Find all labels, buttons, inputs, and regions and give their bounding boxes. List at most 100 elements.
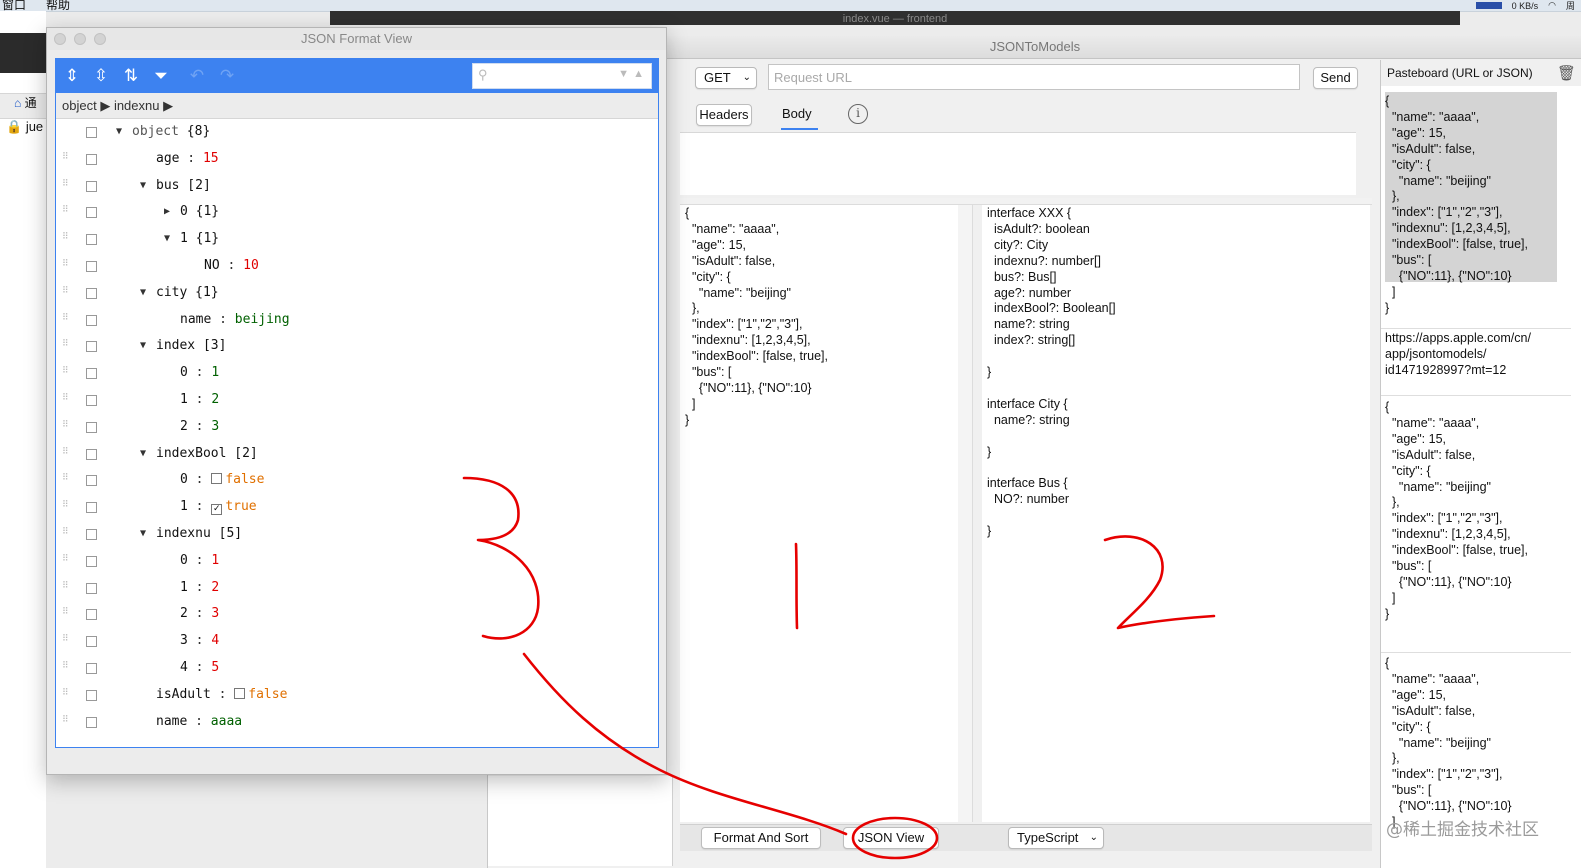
browser-bookmark[interactable]: ⌂ 通 — [0, 93, 46, 119]
drag-handle-icon[interactable]: ⠿ — [62, 635, 70, 648]
expanded-arrow-icon[interactable]: ▼ — [140, 280, 146, 307]
drag-handle-icon[interactable]: ⠿ — [62, 340, 70, 353]
row-menu-icon[interactable] — [86, 127, 97, 138]
tree-value[interactable]: 10 — [243, 258, 259, 273]
drag-handle-icon[interactable]: ⠿ — [62, 554, 70, 568]
tree-key[interactable]: 2 : 3 — [180, 414, 219, 441]
drag-handle-icon[interactable]: ⠿ — [62, 152, 70, 166]
tree-key[interactable]: 1 : ✓ true — [180, 494, 257, 521]
tree-key[interactable]: object {8} — [132, 119, 210, 146]
drag-handle-icon[interactable]: ⠿ — [62, 447, 70, 461]
tree-key[interactable]: 0 : false — [180, 467, 264, 494]
row-menu-icon[interactable] — [86, 207, 97, 219]
expanded-arrow-icon[interactable]: ▼ — [140, 333, 146, 360]
tree-value[interactable]: 2 — [211, 392, 219, 407]
bool-checkbox[interactable] — [234, 687, 246, 699]
row-menu-icon[interactable] — [86, 180, 97, 192]
tree-row[interactable]: ⠿ 3 : 4 — [56, 628, 658, 655]
row-menu-icon[interactable] — [86, 716, 97, 728]
expanded-arrow-icon[interactable]: ▼ — [140, 173, 146, 200]
pasteboard-item[interactable]: https://apps.apple.com/cn/ app/jsontomod… — [1385, 331, 1557, 379]
json-input-text[interactable]: { "name": "aaaa", "age": 15, "isAdult": … — [685, 206, 828, 429]
tree-key[interactable]: 2 : 3 — [180, 601, 219, 628]
tree-row[interactable]: ⠿ 2 : 3 — [56, 601, 658, 628]
tree-row[interactable]: ⠿ age : 15 — [56, 146, 658, 173]
browser-address[interactable]: 🔒 jue — [0, 119, 46, 143]
row-menu-icon[interactable] — [86, 395, 97, 406]
tree-key[interactable]: city {1} — [156, 280, 219, 307]
tree-row[interactable]: ⠿ ▼ index [3] — [56, 333, 658, 360]
tree-row[interactable]: ⠿ 1 : 2 — [56, 387, 658, 414]
row-menu-icon[interactable] — [86, 689, 97, 701]
drag-handle-icon[interactable]: ⠿ — [62, 501, 70, 514]
expand-all-icon[interactable]: ⇳ — [90, 65, 112, 87]
sort-icon[interactable]: ⇅ — [120, 65, 142, 87]
tree-row[interactable]: ▼ object {8} — [56, 119, 658, 146]
tree-key[interactable]: bus [2] — [156, 173, 211, 200]
tree-row[interactable]: ⠿ 1 : ✓ true — [56, 494, 658, 521]
row-menu-icon[interactable] — [86, 609, 97, 621]
undo-icon[interactable]: ↶ — [186, 65, 208, 87]
row-menu-icon[interactable] — [86, 502, 97, 514]
minimize-button[interactable] — [74, 33, 86, 45]
tree-row[interactable]: ⠿ ▼ indexBool [2] — [56, 441, 658, 468]
tree-key[interactable]: 1 {1} — [180, 226, 219, 253]
split-divider[interactable] — [680, 198, 1372, 205]
json-input-pane[interactable]: { "name": "aaaa", "age": 15, "isAdult": … — [680, 204, 959, 822]
tree-row[interactable]: ⠿ ▼ city {1} — [56, 280, 658, 307]
drag-handle-icon[interactable]: ⠿ — [62, 206, 70, 219]
search-input[interactable]: ⚲ ▼ ▲ — [472, 63, 652, 89]
drag-handle-icon[interactable]: ⠿ — [62, 179, 70, 193]
breadcrumb-item[interactable]: object — [62, 98, 97, 113]
expanded-arrow-icon[interactable]: ▼ — [140, 521, 146, 548]
drag-handle-icon[interactable]: ⠿ — [62, 233, 70, 246]
tree-value[interactable]: 3 — [211, 606, 219, 621]
collapsed-arrow-icon[interactable]: ▶ — [164, 199, 170, 226]
tree-value[interactable]: false — [248, 687, 287, 702]
row-menu-icon[interactable] — [86, 261, 97, 272]
tab-body[interactable]: Body — [782, 106, 812, 121]
row-menu-icon[interactable] — [86, 341, 97, 353]
drag-handle-icon[interactable]: ⠿ — [62, 662, 70, 675]
menu-item-help[interactable]: 帮助 — [46, 0, 70, 13]
search-prev-icon[interactable]: ▲ — [633, 68, 644, 80]
drag-handle-icon[interactable]: ⠿ — [62, 260, 70, 273]
drag-handle-icon[interactable]: ⠿ — [62, 367, 70, 380]
tree-key[interactable]: name : aaaa — [156, 709, 242, 736]
tree-value[interactable]: false — [225, 472, 264, 487]
wifi-icon[interactable]: ◠ — [1548, 0, 1556, 11]
trash-icon[interactable]: 🗑 — [1557, 64, 1576, 82]
drag-handle-icon[interactable]: ⠿ — [62, 394, 70, 407]
tree-row[interactable]: ⠿ ▶ 0 {1} — [56, 199, 658, 226]
tree-row[interactable]: ⠿ 1 : 2 — [56, 575, 658, 602]
tree-key[interactable]: indexnu [5] — [156, 521, 242, 548]
tree-row[interactable]: ⠿ NO : 10 — [56, 253, 658, 280]
send-button[interactable]: Send — [1313, 67, 1358, 89]
format-and-sort-button[interactable]: Format And Sort — [701, 827, 821, 849]
row-menu-icon[interactable] — [86, 314, 97, 326]
drag-handle-icon[interactable]: ⠿ — [62, 313, 70, 327]
tree-row[interactable]: ⠿ ▼ 1 {1} — [56, 226, 658, 253]
drag-handle-icon[interactable]: ⠿ — [62, 715, 70, 729]
row-menu-icon[interactable] — [86, 475, 97, 487]
request-url-input[interactable]: Request URL — [768, 64, 1300, 90]
tree-key[interactable]: 0 : 1 — [180, 548, 219, 575]
tree-key[interactable]: age : 15 — [156, 146, 219, 173]
bool-checkbox[interactable]: ✓ — [211, 504, 223, 516]
row-menu-icon[interactable] — [86, 582, 97, 594]
expanded-arrow-icon[interactable]: ▼ — [116, 119, 122, 146]
tree-row[interactable]: ⠿ 4 : 5 — [56, 655, 658, 682]
tree-key[interactable]: 1 : 2 — [180, 575, 219, 602]
row-menu-icon[interactable] — [86, 636, 97, 648]
drag-handle-icon[interactable]: ⠿ — [62, 420, 70, 434]
row-menu-icon[interactable] — [86, 663, 97, 674]
tree-key[interactable]: NO : 10 — [204, 253, 259, 280]
tree-row[interactable]: ⠿ name : aaaa — [56, 709, 658, 736]
row-menu-icon[interactable] — [86, 287, 97, 299]
tree-row[interactable]: ⠿ 2 : 3 — [56, 414, 658, 441]
tree-key[interactable]: isAdult : false — [156, 682, 287, 709]
tree-row[interactable]: ⠿ isAdult : false — [56, 682, 658, 709]
tab-headers[interactable]: Headers — [696, 104, 752, 126]
json-view-button[interactable]: JSON View — [843, 827, 939, 849]
tree-key[interactable]: 0 : 1 — [180, 360, 219, 387]
